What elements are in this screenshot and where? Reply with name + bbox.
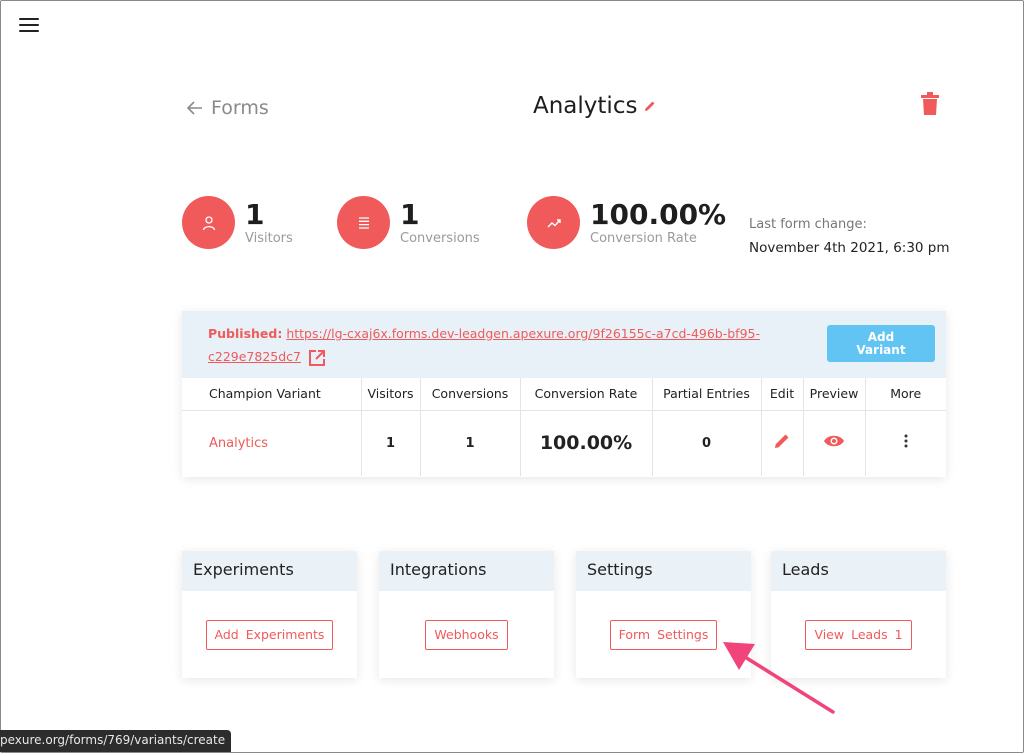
published-label: Published: (208, 326, 283, 341)
variants-table: Champion Variant Visitors Conversions Co… (182, 378, 946, 476)
add-variant-button[interactable]: Add Variant (827, 325, 935, 362)
eye-icon[interactable] (823, 434, 845, 448)
col-header-visitors: Visitors (361, 378, 421, 411)
row-conversion-rate: 100.00% (520, 410, 653, 476)
edit-variant-cell[interactable] (761, 410, 804, 476)
conversion-rate-value: 100.00% (590, 197, 727, 231)
external-link-icon[interactable] (308, 349, 326, 367)
edit-title-pencil-icon[interactable] (644, 100, 656, 112)
variants-card: Published: https://lg-cxaj6x.forms.dev-l… (182, 311, 946, 477)
arrow-left-icon (187, 101, 202, 115)
published-info: Published: https://lg-cxaj6x.forms.dev-l… (208, 322, 768, 368)
table-row: Analytics 1 1 100.00% 0 (182, 410, 946, 476)
stat-conversions: 1 Conversions (337, 196, 480, 249)
more-vertical-icon[interactable] (904, 434, 908, 448)
col-header-conversion-rate: Conversion Rate (520, 378, 653, 411)
last-change-label: Last form change: (749, 217, 867, 232)
list-icon (337, 196, 390, 249)
conversion-rate-label: Conversion Rate (590, 230, 697, 246)
col-header-more: More (865, 378, 946, 411)
last-form-change: Last form change: November 4th 2021, 6:3… (749, 217, 950, 256)
published-url-link[interactable]: https://lg-cxaj6x.forms.dev-leadgen.apex… (208, 326, 760, 364)
stat-visitors: 1 Visitors (182, 196, 293, 249)
conversions-count: 1 (400, 197, 420, 231)
stat-conversion-rate: 100.00% Conversion Rate (527, 196, 726, 249)
col-header-preview: Preview (803, 378, 866, 411)
form-settings-button[interactable]: Form Settings (609, 619, 718, 650)
table-header-row: Champion Variant Visitors Conversions Co… (182, 378, 946, 411)
person-icon (182, 196, 235, 249)
page-title: Analytics (533, 93, 656, 119)
visitors-count: 1 (245, 197, 265, 231)
trending-up-icon (527, 196, 580, 249)
col-header-partial-entries: Partial Entries (652, 378, 762, 411)
row-conversions: 1 (420, 410, 521, 476)
visitors-label: Visitors (245, 230, 293, 246)
more-options-cell[interactable] (865, 410, 946, 476)
edit-pencil-icon[interactable] (774, 433, 790, 449)
row-visitors: 1 (361, 410, 421, 476)
trash-icon[interactable] (920, 92, 940, 116)
row-partial-entries: 0 (652, 410, 762, 476)
integrations-panel-title: Integrations (379, 551, 554, 591)
last-change-date: November 4th 2021, 6:30 pm (749, 240, 950, 256)
settings-panel-title: Settings (576, 551, 751, 591)
status-bar-url: pexure.org/forms/769/variants/create (0, 730, 232, 752)
published-header: Published: https://lg-cxaj6x.forms.dev-l… (182, 311, 946, 378)
experiments-panel: Experiments Add Experiments (182, 551, 357, 678)
preview-variant-cell[interactable] (803, 410, 866, 476)
add-experiments-button[interactable]: Add Experiments (205, 619, 334, 650)
col-header-edit: Edit (761, 378, 804, 411)
integrations-panel: Integrations Webhooks (379, 551, 554, 678)
experiments-panel-title: Experiments (182, 551, 357, 591)
variant-name-link[interactable]: Analytics (182, 410, 362, 476)
col-header-conversions: Conversions (420, 378, 521, 411)
leads-panel-title: Leads (771, 551, 946, 591)
hamburger-menu-icon[interactable] (19, 18, 39, 34)
annotation-arrow-icon (723, 642, 835, 714)
back-to-forms-link[interactable]: Forms (187, 97, 269, 119)
form-title: Analytics (533, 93, 638, 119)
back-label: Forms (211, 97, 269, 119)
conversions-label: Conversions (400, 230, 480, 246)
webhooks-button[interactable]: Webhooks (425, 619, 508, 650)
col-header-champion: Champion Variant (182, 378, 362, 411)
